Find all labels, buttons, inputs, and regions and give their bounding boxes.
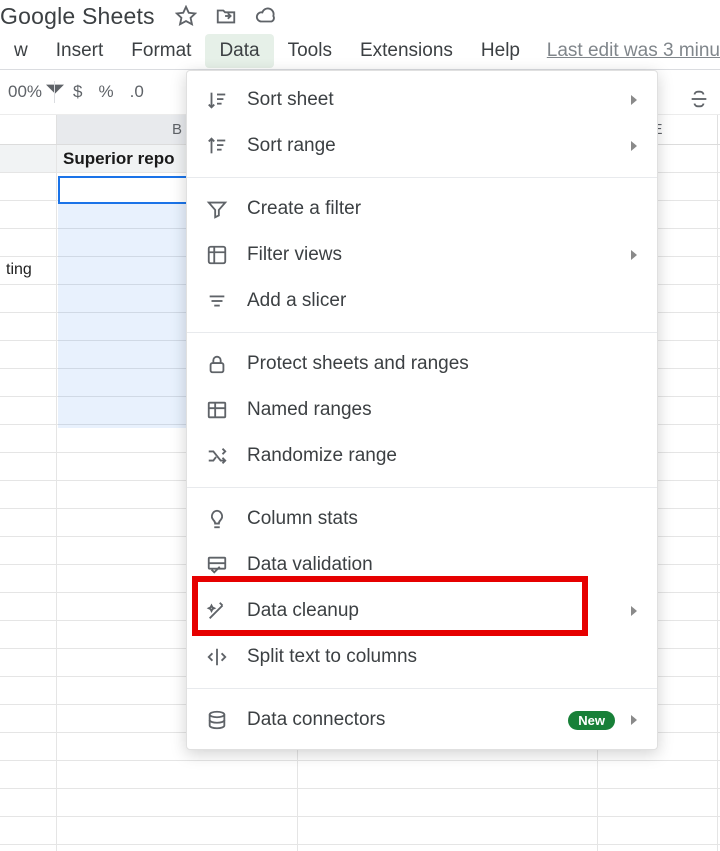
menu-insert[interactable]: Insert: [42, 34, 118, 68]
named-ranges-icon: [205, 398, 229, 422]
menu-label: Data cleanup: [247, 600, 623, 622]
titlebar: Google Sheets: [0, 0, 720, 32]
menu-format[interactable]: Format: [117, 34, 205, 68]
menu-label: Named ranges: [247, 399, 637, 421]
filter-icon: [205, 197, 229, 221]
menu-separator: [187, 177, 657, 178]
menu-named-ranges[interactable]: Named ranges: [187, 387, 657, 433]
menu-add-slicer[interactable]: Add a slicer: [187, 278, 657, 324]
toolbar-separator: [54, 81, 55, 103]
menu-label: Column stats: [247, 508, 637, 530]
menu-protect-sheets[interactable]: Protect sheets and ranges: [187, 341, 657, 387]
menu-help[interactable]: Help: [467, 34, 534, 68]
menu-split-text[interactable]: Split text to columns: [187, 634, 657, 680]
menu-separator: [187, 487, 657, 488]
chevron-down-icon: [46, 81, 64, 104]
menu-data-connectors[interactable]: Data connectors New: [187, 697, 657, 743]
data-validation-icon: [205, 553, 229, 577]
menu-randomize-range[interactable]: Randomize range: [187, 433, 657, 479]
menu-data-cleanup[interactable]: Data cleanup: [187, 588, 657, 634]
last-edit-link[interactable]: Last edit was 3 minu: [547, 40, 720, 62]
lightbulb-icon: [205, 507, 229, 531]
table-row[interactable]: [0, 761, 720, 789]
menu-view-partial[interactable]: w: [0, 34, 42, 68]
menu-create-filter[interactable]: Create a filter: [187, 186, 657, 232]
cell[interactable]: [0, 145, 57, 172]
menubar: w Insert Format Data Tools Extensions He…: [0, 32, 720, 70]
shuffle-icon: [205, 444, 229, 468]
menu-label: Filter views: [247, 244, 623, 266]
menu-label: Split text to columns: [247, 646, 637, 668]
menu-label: Add a slicer: [247, 290, 637, 312]
col-header-a[interactable]: [0, 115, 57, 144]
filter-views-icon: [205, 243, 229, 267]
submenu-arrow-icon: [631, 250, 637, 260]
sort-sheet-icon: [205, 88, 229, 112]
menu-sort-range[interactable]: Sort range: [187, 123, 657, 169]
submenu-arrow-icon: [631, 606, 637, 616]
submenu-arrow-icon: [631, 141, 637, 151]
database-icon: [205, 708, 229, 732]
menu-data[interactable]: Data: [205, 34, 273, 68]
doc-title[interactable]: Google Sheets: [0, 3, 155, 30]
table-row[interactable]: [0, 845, 720, 851]
menu-label: Protect sheets and ranges: [247, 353, 637, 375]
menu-extensions[interactable]: Extensions: [346, 34, 467, 68]
menu-sort-sheet[interactable]: Sort sheet: [187, 77, 657, 123]
menu-separator: [187, 332, 657, 333]
menu-label: Data validation: [247, 554, 637, 576]
zoom-select[interactable]: 00%: [0, 70, 44, 114]
menu-separator: [187, 688, 657, 689]
submenu-arrow-icon: [631, 715, 637, 725]
strikethrough-button[interactable]: [688, 88, 710, 115]
move-folder-icon[interactable]: [215, 5, 237, 27]
slicer-icon: [205, 289, 229, 313]
decrease-decimal-button[interactable]: .0: [122, 70, 152, 114]
zoom-value: 00%: [8, 82, 42, 102]
sort-range-icon: [205, 134, 229, 158]
menu-data-validation[interactable]: Data validation: [187, 542, 657, 588]
table-row[interactable]: [0, 817, 720, 845]
menu-label: Sort range: [247, 135, 623, 157]
menu-label: Create a filter: [247, 198, 637, 220]
star-icon[interactable]: [175, 5, 197, 27]
new-badge: New: [568, 711, 615, 730]
split-icon: [205, 645, 229, 669]
cloud-status-icon[interactable]: [255, 5, 277, 27]
submenu-arrow-icon: [631, 95, 637, 105]
wand-icon: [205, 599, 229, 623]
table-row[interactable]: [0, 789, 720, 817]
menu-tools[interactable]: Tools: [274, 34, 346, 68]
percent-format-button[interactable]: %: [90, 70, 121, 114]
currency-format-button[interactable]: $: [65, 70, 90, 114]
lock-icon: [205, 352, 229, 376]
menu-label: Sort sheet: [247, 89, 623, 111]
data-menu-popup: Sort sheet Sort range Create a filter Fi…: [186, 70, 658, 750]
menu-label: Randomize range: [247, 445, 637, 467]
menu-filter-views[interactable]: Filter views: [187, 232, 657, 278]
menu-label: Data connectors: [247, 709, 568, 731]
menu-column-stats[interactable]: Column stats: [187, 496, 657, 542]
